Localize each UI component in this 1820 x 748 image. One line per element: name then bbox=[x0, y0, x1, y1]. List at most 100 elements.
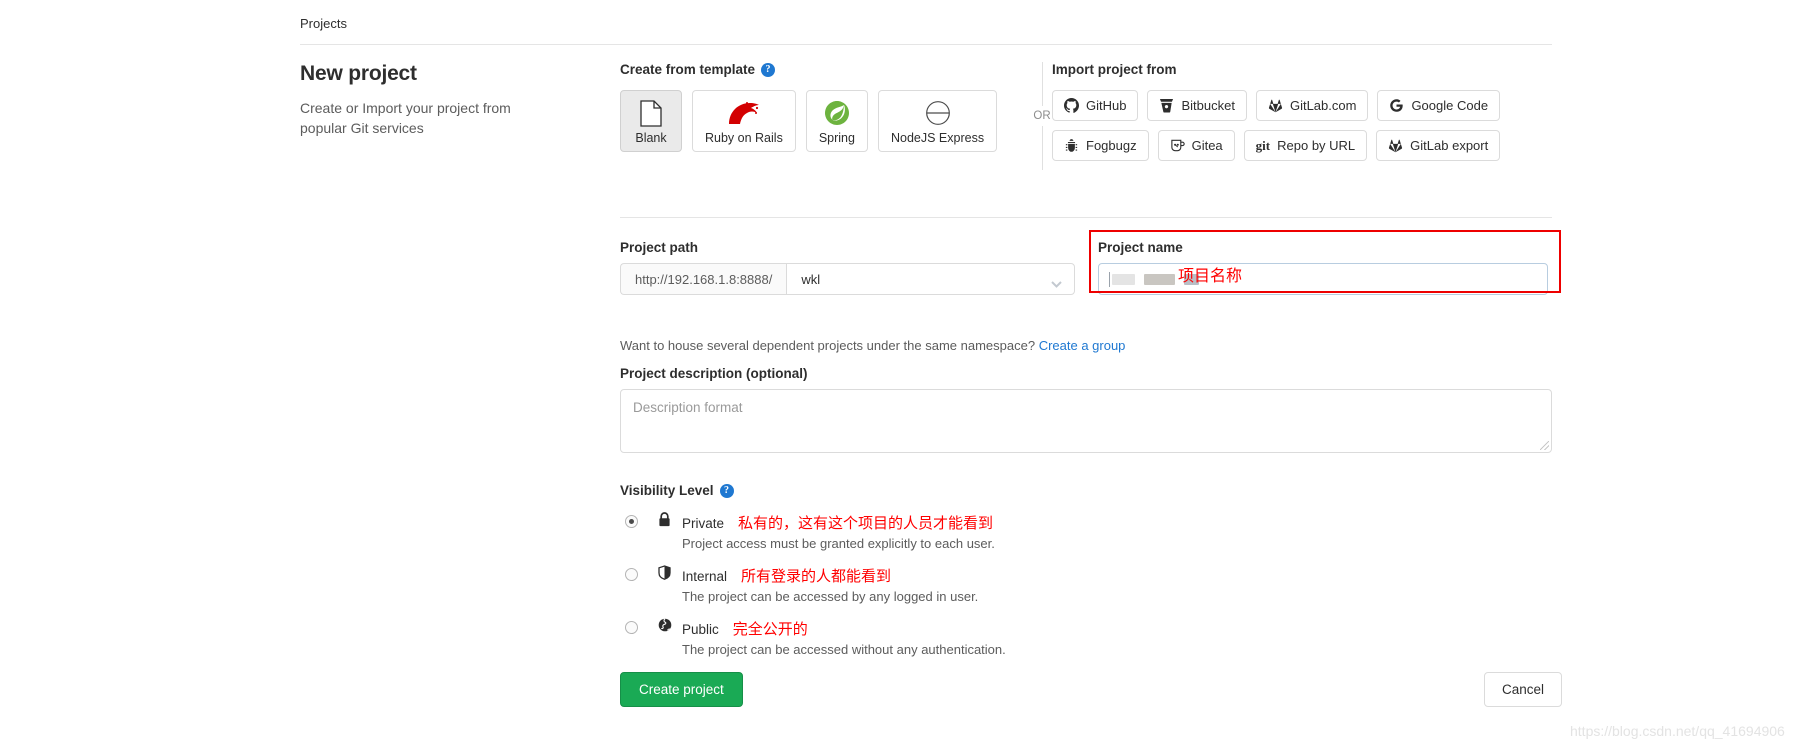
resize-handle-icon[interactable] bbox=[1540, 441, 1549, 450]
lock-icon bbox=[656, 512, 673, 527]
import-label-repo-by-url: Repo by URL bbox=[1277, 138, 1356, 153]
blank-page-icon bbox=[640, 98, 662, 128]
import-row-1: GitHub Bitbucket GitLab.com Google Code bbox=[1052, 90, 1552, 121]
import-label-github: GitHub bbox=[1086, 98, 1127, 113]
visibility-head-public: Public 完全公开的 bbox=[682, 618, 1552, 639]
gitea-icon bbox=[1170, 138, 1185, 153]
project-path-field: Project path http://192.168.1.8:8888/ wk… bbox=[620, 240, 1075, 295]
gitlab-icon bbox=[1388, 138, 1403, 153]
watermark: https://blog.csdn.net/qq_41694906 bbox=[1570, 723, 1785, 739]
import-label-gitlab-export: GitLab export bbox=[1410, 138, 1489, 153]
create-a-group-link[interactable]: Create a group bbox=[1039, 338, 1126, 353]
import-button-gitea[interactable]: Gitea bbox=[1157, 130, 1235, 161]
template-card-nodejs-express[interactable]: NodeJS Express bbox=[877, 90, 998, 152]
import-button-google-code[interactable]: Google Code bbox=[1377, 90, 1501, 121]
bug-icon bbox=[1064, 138, 1079, 153]
project-name-field: Project name bbox=[1098, 240, 1548, 295]
template-card-blank[interactable]: Blank bbox=[620, 90, 682, 152]
project-description-textarea[interactable]: Description format bbox=[620, 389, 1552, 453]
google-icon bbox=[1389, 98, 1404, 113]
import-button-repo-by-url[interactable]: git Repo by URL bbox=[1243, 130, 1368, 161]
create-from-template-section: Create from template ? Blank Ruby on Rai… bbox=[620, 62, 1020, 152]
import-label-gitlab-com: GitLab.com bbox=[1289, 98, 1357, 113]
template-card-row: Blank Ruby on Rails Spring NodeJS Expres… bbox=[620, 90, 1020, 152]
visibility-annotation-public: 完全公开的 bbox=[732, 621, 808, 638]
project-description-label: Project description (optional) bbox=[620, 366, 808, 381]
or-line-top bbox=[1041, 62, 1043, 106]
project-name-input[interactable] bbox=[1098, 263, 1548, 295]
import-button-fogbugz[interactable]: Fogbugz bbox=[1052, 130, 1149, 161]
project-name-annotation: 项目名称 bbox=[1178, 268, 1243, 285]
rails-icon bbox=[727, 98, 761, 128]
visibility-head-internal: Internal 所有登录的人都能看到 bbox=[682, 565, 1552, 586]
visibility-name-internal: Internal bbox=[682, 569, 728, 584]
import-button-gitlab-com[interactable]: GitLab.com bbox=[1255, 90, 1369, 121]
template-card-spring[interactable]: Spring bbox=[805, 90, 868, 152]
visibility-body-internal: Internal 所有登录的人都能看到 The project can be a… bbox=[682, 565, 1552, 604]
chevron-down-icon bbox=[1051, 276, 1062, 288]
project-path-label: Project path bbox=[620, 240, 699, 255]
github-icon bbox=[1064, 98, 1079, 113]
visibility-body-private: Private 私有的，这有这个项目的人员才能看到 Project access… bbox=[682, 512, 1552, 551]
visibility-name-private: Private bbox=[682, 516, 725, 531]
gitlab-icon bbox=[1268, 98, 1283, 113]
visibility-desc-public: The project can be accessed without any … bbox=[682, 642, 1006, 657]
import-button-bitbucket[interactable]: Bitbucket bbox=[1147, 90, 1247, 121]
bitbucket-icon bbox=[1159, 98, 1174, 113]
radio-private[interactable] bbox=[625, 515, 638, 528]
form-divider bbox=[620, 217, 1552, 218]
page-title: New project bbox=[300, 62, 417, 85]
create-from-template-label: Create from template ? bbox=[620, 62, 1020, 77]
visibility-level-label: Visibility Level ? bbox=[620, 483, 1552, 498]
import-label-gitea: Gitea bbox=[1191, 138, 1223, 153]
breadcrumb-divider bbox=[300, 44, 1552, 45]
radio-internal[interactable] bbox=[625, 568, 638, 581]
project-description-field: Project description (optional) Descripti… bbox=[620, 366, 1552, 453]
intro-column: New project Create or Import your projec… bbox=[300, 62, 515, 139]
template-label-blank: Blank bbox=[635, 131, 667, 145]
breadcrumb[interactable]: Projects bbox=[300, 16, 347, 31]
create-project-button[interactable]: Create project bbox=[620, 672, 743, 707]
question-mark-icon[interactable]: ? bbox=[719, 483, 734, 498]
namespace-hint-text: Want to house several dependent projects… bbox=[620, 338, 1036, 353]
spring-leaf-icon bbox=[824, 98, 850, 128]
import-button-gitlab-export[interactable]: GitLab export bbox=[1376, 130, 1501, 161]
import-project-text: Import project from bbox=[1052, 62, 1177, 77]
visibility-level-section: Visibility Level ? Private 私有的，这有这个项目的人员… bbox=[620, 483, 1552, 657]
question-mark-icon[interactable]: ? bbox=[761, 62, 776, 77]
visibility-desc-private: Project access must be granted explicitl… bbox=[682, 536, 995, 551]
or-line-bottom bbox=[1041, 126, 1043, 170]
git-icon: git bbox=[1255, 137, 1271, 153]
namespace-value: wkl bbox=[801, 271, 821, 287]
import-label-google-code: Google Code bbox=[1411, 98, 1489, 113]
visibility-option-private[interactable]: Private 私有的，这有这个项目的人员才能看到 Project access… bbox=[620, 512, 1552, 551]
template-label-nodejs-express: NodeJS Express bbox=[890, 131, 985, 145]
shield-icon bbox=[656, 565, 673, 580]
visibility-option-public[interactable]: Public 完全公开的 The project can be accessed… bbox=[620, 618, 1552, 657]
globe-icon bbox=[656, 618, 673, 632]
import-project-label: Import project from bbox=[1052, 62, 1552, 77]
template-card-ruby-on-rails[interactable]: Ruby on Rails bbox=[692, 90, 796, 152]
or-label: OR bbox=[1033, 110, 1051, 122]
visibility-annotation-internal: 所有登录的人都能看到 bbox=[741, 568, 892, 585]
create-from-template-text: Create from template bbox=[620, 62, 756, 77]
project-path-input-group: http://192.168.1.8:8888/ wkl bbox=[620, 263, 1075, 295]
page-subtitle: Create or Import your project from popul… bbox=[300, 100, 511, 137]
visibility-name-public: Public bbox=[682, 622, 719, 637]
project-path-prefix: http://192.168.1.8:8888/ bbox=[620, 263, 787, 295]
project-name-label: Project name bbox=[1098, 240, 1183, 255]
namespace-hint: Want to house several dependent projects… bbox=[620, 338, 1125, 353]
import-label-fogbugz: Fogbugz bbox=[1086, 138, 1137, 153]
import-button-github[interactable]: GitHub bbox=[1052, 90, 1139, 121]
cancel-button[interactable]: Cancel bbox=[1484, 672, 1563, 707]
import-project-section: Import project from GitHub Bitbucket Git… bbox=[1052, 62, 1552, 170]
visibility-desc-internal: The project can be accessed by any logge… bbox=[682, 589, 979, 604]
visibility-level-text: Visibility Level bbox=[620, 483, 714, 498]
radio-public[interactable] bbox=[625, 621, 638, 634]
visibility-option-internal[interactable]: Internal 所有登录的人都能看到 The project can be a… bbox=[620, 565, 1552, 604]
new-project-page: Projects New project Create or Import yo… bbox=[0, 0, 1820, 748]
project-description-placeholder: Description format bbox=[633, 400, 743, 415]
namespace-select[interactable]: wkl bbox=[786, 263, 1075, 295]
template-label-ruby-on-rails: Ruby on Rails bbox=[705, 131, 783, 145]
visibility-body-public: Public 完全公开的 The project can be accessed… bbox=[682, 618, 1552, 657]
